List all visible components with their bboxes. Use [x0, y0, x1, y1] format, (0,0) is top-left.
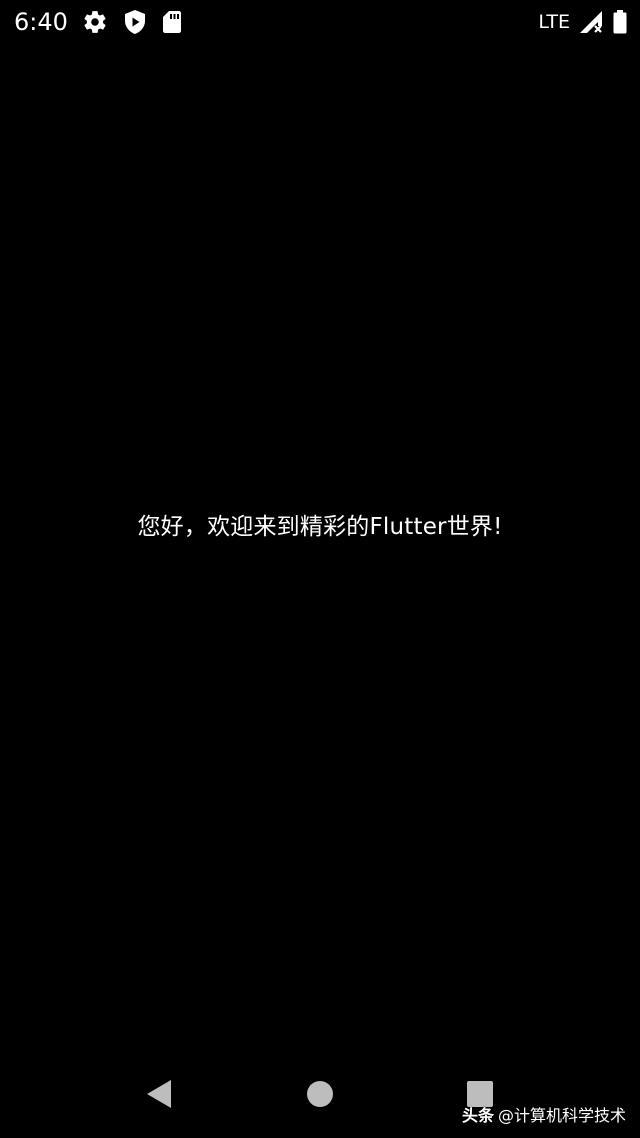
signal-no-data-icon [578, 9, 604, 35]
watermark-brand: 头条 [461, 1106, 494, 1125]
welcome-message: 您好，欢迎来到精彩的Flutter世界! [137, 514, 503, 540]
sd-card-icon [162, 10, 182, 34]
home-icon [306, 1080, 334, 1112]
back-icon [143, 1078, 173, 1114]
network-type-label: LTE [538, 11, 570, 33]
status-right-icons: LTE [538, 8, 628, 36]
back-button[interactable] [140, 1078, 176, 1114]
home-button[interactable] [302, 1078, 338, 1114]
shield-play-icon [123, 9, 147, 35]
gear-icon [82, 9, 108, 35]
watermark: 头条 @计算机科学技术 [462, 1101, 626, 1127]
status-bar: 6:40 LTE [0, 0, 640, 44]
battery-icon [612, 9, 628, 35]
watermark-account: @计算机科学技术 [497, 1106, 626, 1125]
status-left-icons [82, 8, 182, 36]
status-time: 6:40 [14, 8, 68, 36]
